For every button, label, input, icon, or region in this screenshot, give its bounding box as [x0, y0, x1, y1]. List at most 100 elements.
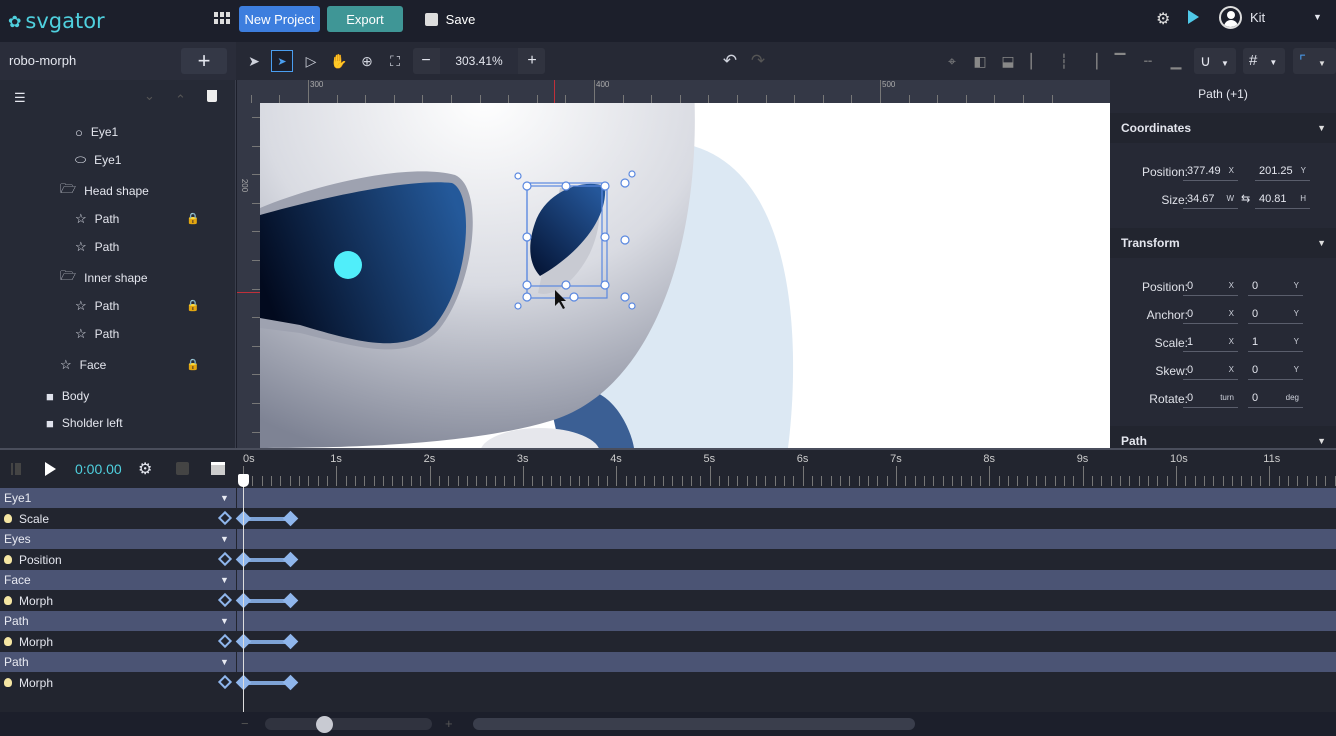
zoom-tool-icon[interactable]: ⊕ [355, 49, 379, 73]
chevron-down-icon[interactable]: ▼ [220, 616, 229, 626]
rulers-button[interactable]: ⌜ ▼ [1293, 48, 1336, 74]
transform-input[interactable]: 0Y [1248, 277, 1303, 296]
layer-item[interactable]: ○ Eye1 [75, 120, 190, 144]
flip-horizontal-icon[interactable]: ◧ [968, 49, 992, 73]
layer-item[interactable]: ☆ Path [75, 294, 190, 318]
add-keyframe-icon[interactable] [217, 510, 233, 525]
timeline-property-row[interactable]: Morph [0, 631, 1336, 652]
node-select-tool-icon[interactable]: ➤ [271, 50, 293, 72]
lock-icon[interactable]: 🔒 [186, 358, 200, 371]
play-button-icon[interactable] [45, 462, 56, 476]
time-ruler[interactable]: 0s 1s 2s 3s 4s 5s 6s 7s 8s 9s 10s 11s [237, 450, 1336, 488]
keyframe-diamond[interactable] [282, 551, 298, 567]
delete-layer-icon[interactable] [207, 90, 217, 102]
grid-button[interactable]: # ▼ [1243, 48, 1285, 74]
move-up-icon[interactable]: ⌃ [175, 92, 186, 108]
canvas[interactable] [260, 103, 1110, 448]
timeline-zoom-in[interactable]: + [445, 716, 453, 731]
keyframe-diamond[interactable] [282, 510, 298, 526]
save-button[interactable]: Save [420, 6, 480, 32]
chevron-down-icon[interactable]: ▼ [220, 493, 229, 503]
timeline-property-row[interactable]: Morph [0, 672, 1336, 693]
timeline-property-row[interactable]: Position [0, 549, 1336, 570]
zoom-level-input[interactable]: 303.41% [440, 48, 518, 74]
project-name[interactable]: robo-morph [9, 53, 76, 68]
layer-item[interactable]: 🗁 Head shape [60, 179, 190, 203]
layer-item[interactable]: ☆ Path [75, 235, 190, 259]
timeline-horizontal-scrollbar[interactable] [473, 718, 915, 730]
size-h-input[interactable]: 40.81 H [1255, 190, 1310, 209]
easing-icon[interactable] [176, 462, 189, 475]
playhead[interactable] [243, 476, 244, 714]
select-tool-icon[interactable]: ➤ [242, 49, 266, 73]
align-top-icon[interactable]: ▔ [1108, 49, 1132, 73]
current-time[interactable]: 0:00.00 [75, 461, 122, 477]
position-y-input[interactable]: 201.25 Y [1255, 162, 1310, 181]
timeline-settings-icon[interactable]: ⚙ [138, 459, 152, 479]
timeline-group-row[interactable]: Face ▼ [0, 570, 1336, 590]
export-button[interactable]: Export [327, 6, 403, 32]
timeline-zoom-slider[interactable] [265, 718, 432, 730]
keyframe-diamond[interactable] [282, 633, 298, 649]
transform-input[interactable]: 0 turn [1183, 389, 1238, 408]
timeline-property-row[interactable]: Morph [0, 590, 1336, 611]
timeline-group-row[interactable]: Eye1 ▼ [0, 488, 1336, 508]
lock-icon[interactable]: 🔒 [186, 299, 200, 312]
sort-layers-icon[interactable]: ☰ [14, 90, 26, 106]
transform-input[interactable]: 0Y [1248, 361, 1303, 380]
move-down-icon[interactable]: ⌄ [144, 88, 155, 104]
chevron-down-icon[interactable]: ▼ [220, 657, 229, 667]
transform-input[interactable]: 0 deg [1248, 389, 1303, 408]
new-project-button[interactable]: New Project [239, 6, 320, 32]
lightbulb-icon[interactable] [4, 677, 12, 687]
lightbulb-icon[interactable] [4, 595, 12, 605]
fit-screen-icon[interactable]: ⛶ [383, 49, 407, 73]
align-left-icon[interactable]: ▏ [1024, 49, 1048, 73]
lightbulb-icon[interactable] [4, 636, 12, 646]
ruler-horizontal[interactable]: 300 400 500 [237, 80, 1110, 103]
user-avatar[interactable] [1219, 6, 1242, 29]
skip-start-icon[interactable] [11, 463, 21, 475]
lightbulb-icon[interactable] [4, 554, 12, 564]
link-ratio-icon[interactable]: ⇆ [1241, 192, 1250, 205]
add-layer-button[interactable]: + [181, 48, 227, 74]
layer-item[interactable]: 🗁 Inner shape [60, 266, 190, 290]
pen-tool-icon[interactable]: ▷ [299, 49, 323, 73]
add-keyframe-icon[interactable] [217, 633, 233, 648]
playhead-handle[interactable] [238, 474, 249, 487]
user-menu-chevron-down-icon[interactable]: ▼ [1313, 12, 1322, 22]
zoom-out-button[interactable]: − [413, 48, 439, 74]
redo-icon[interactable]: ↷ [746, 49, 770, 73]
size-w-input[interactable]: 34.67 W [1183, 190, 1238, 209]
transform-section-header[interactable]: Transform ▼ [1110, 228, 1336, 258]
align-vcenter-icon[interactable]: ╌ [1136, 49, 1160, 73]
timeline-group-row[interactable]: Eyes ▼ [0, 529, 1336, 549]
flip-vertical-icon[interactable]: ⬓ [996, 49, 1020, 73]
keyframe-diamond[interactable] [282, 592, 298, 608]
ruler-vertical[interactable]: 200 [237, 103, 260, 448]
keyframe-diamond[interactable] [282, 674, 298, 690]
timeline-property-row[interactable]: Scale [0, 508, 1336, 529]
timeline-group-row[interactable]: Path ▼ [0, 652, 1336, 672]
path-section-header[interactable]: Path ▼ [1110, 426, 1336, 448]
zoom-in-button[interactable]: + [519, 48, 545, 74]
chevron-down-icon[interactable]: ▼ [220, 575, 229, 585]
add-keyframe-icon[interactable] [217, 592, 233, 607]
hand-tool-icon[interactable]: ✋ [327, 49, 351, 73]
coordinates-section-header[interactable]: Coordinates ▼ [1110, 113, 1336, 143]
preview-play-icon[interactable] [1188, 10, 1199, 24]
export-settings-icon[interactable]: ⚙ [1156, 9, 1170, 29]
snap-magnet-button[interactable]: ∪ ▼ [1194, 48, 1236, 74]
layer-item[interactable]: ■ Body [46, 384, 190, 408]
align-center-icon[interactable]: ⌖ [940, 49, 964, 73]
align-hcenter-icon[interactable]: ┆ [1052, 49, 1076, 73]
layer-item[interactable]: ☆ Face [60, 353, 190, 377]
undo-icon[interactable]: ↶ [718, 49, 742, 73]
align-right-icon[interactable]: ▕ [1080, 49, 1104, 73]
chevron-down-icon[interactable]: ▼ [220, 534, 229, 544]
transform-input[interactable]: 0X [1183, 305, 1238, 324]
transform-input[interactable]: 0Y [1248, 305, 1303, 324]
lock-icon[interactable]: 🔒 [186, 212, 200, 225]
user-name[interactable]: Kit [1250, 10, 1265, 25]
timeline-zoom-out[interactable]: − [241, 716, 249, 731]
